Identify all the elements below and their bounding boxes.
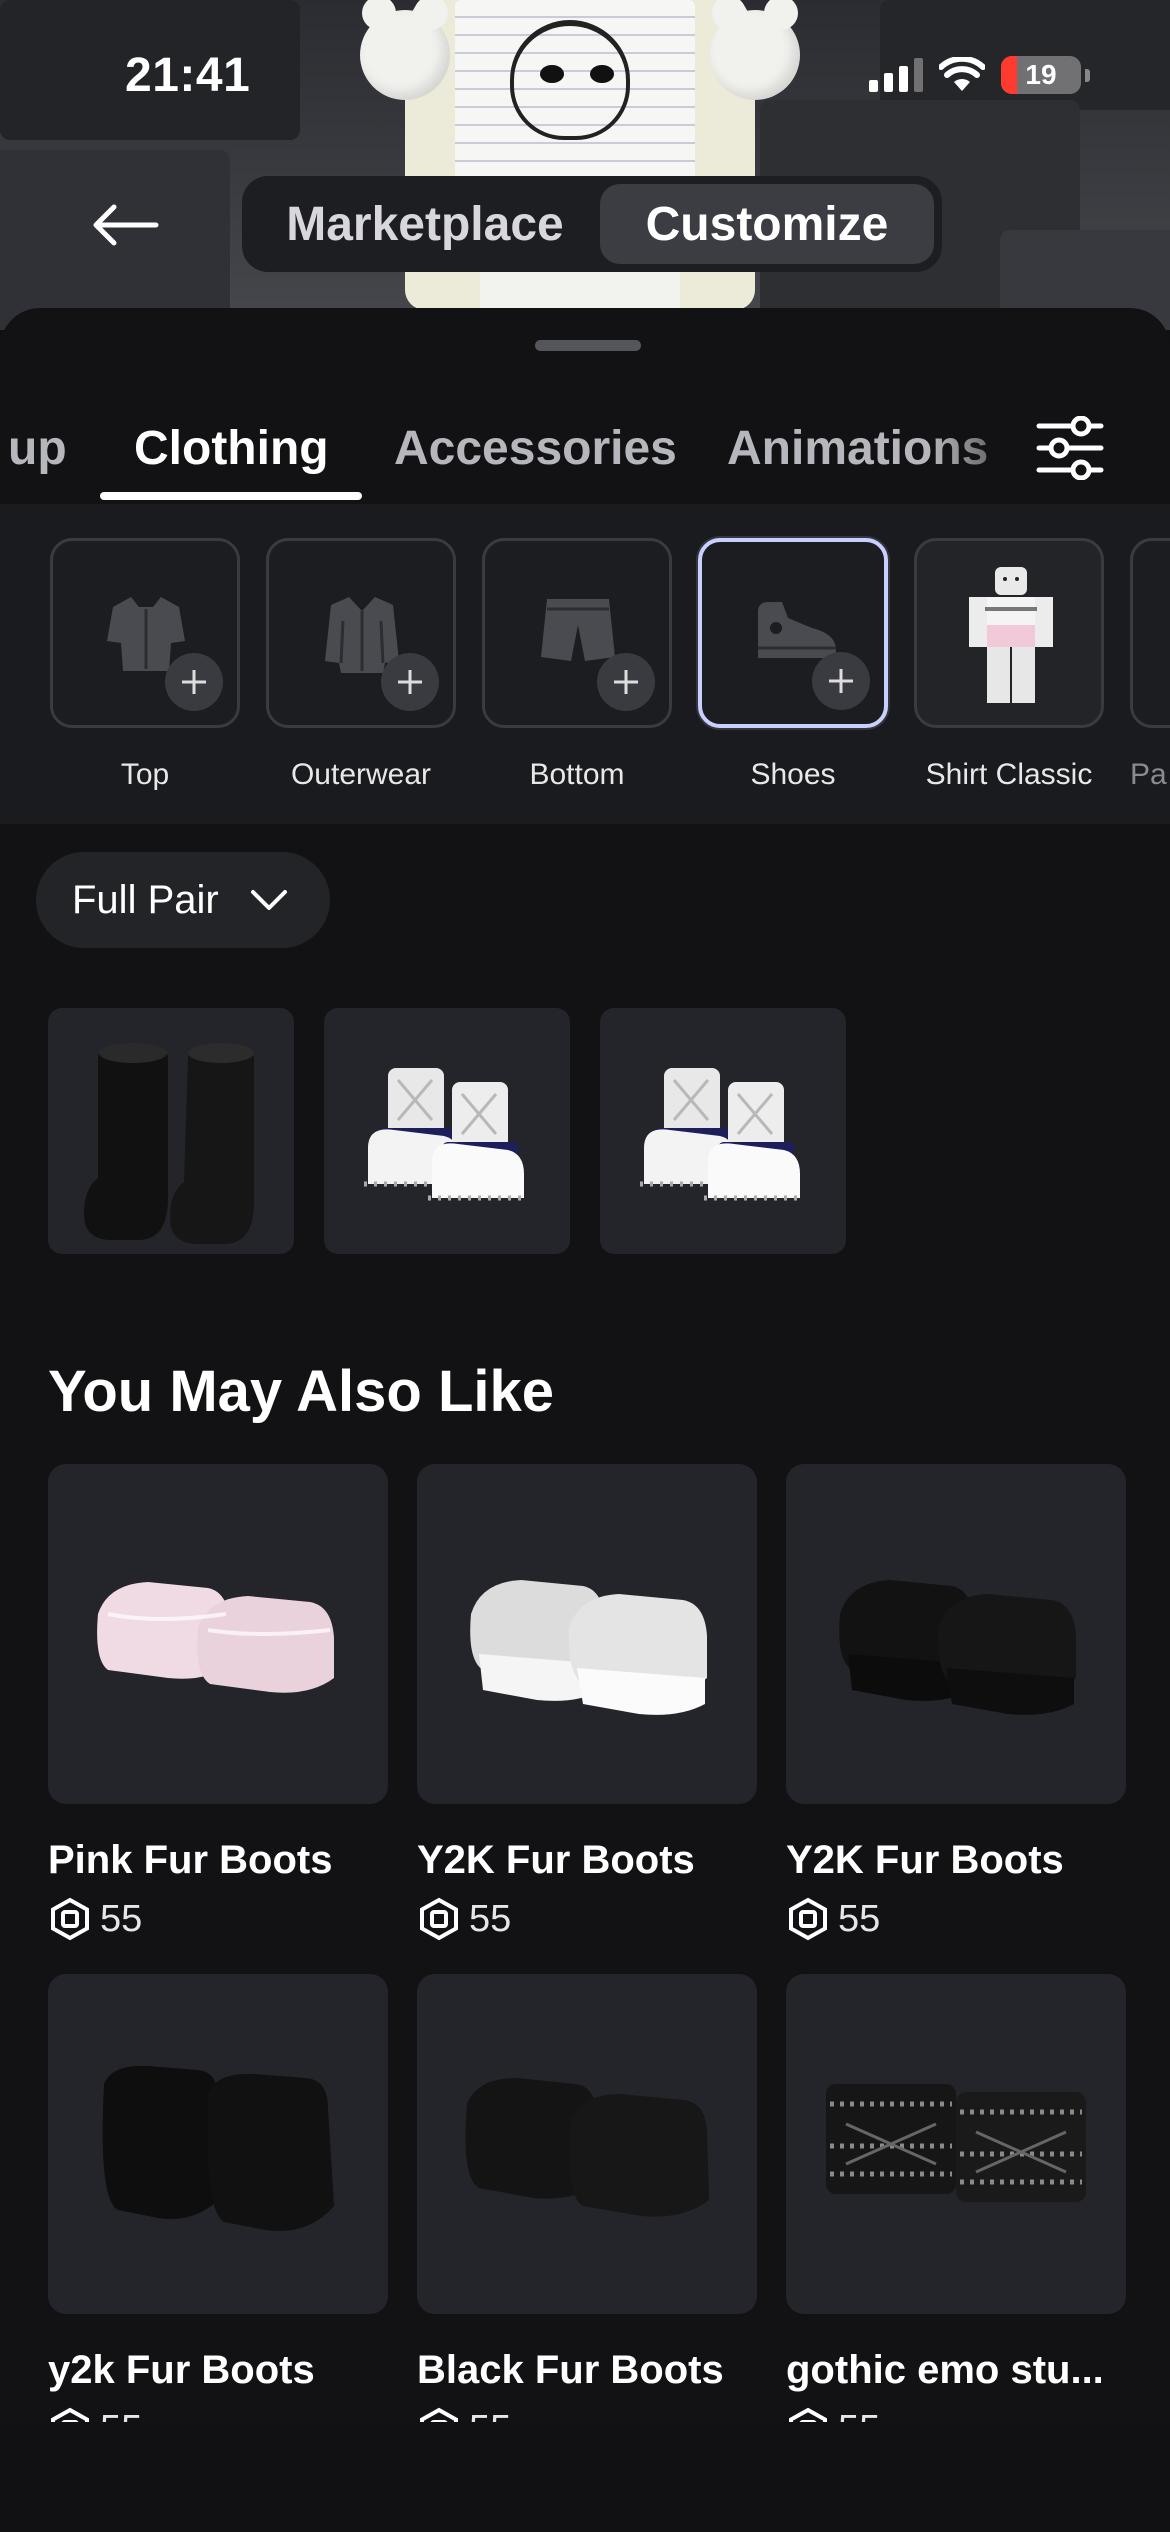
shoe-type-dropdown[interactable]: Full Pair	[36, 852, 330, 948]
rec-item-card[interactable]: Pink Fur Boots 55	[48, 1464, 388, 1941]
robux-icon	[51, 1897, 89, 1941]
item-name: y2k Fur Boots	[48, 2348, 315, 2392]
item-name: Black Fur Boots	[417, 2348, 724, 2392]
rec-item-card[interactable]: Y2K Fur Boots 55	[417, 1464, 757, 1941]
item-price: 55	[48, 1897, 388, 1941]
add-icon	[812, 652, 870, 710]
arrow-left-icon	[93, 204, 159, 246]
cellular-signal-icon	[869, 58, 923, 92]
tab-accessories[interactable]: Accessories	[394, 388, 677, 508]
item-price: 55	[786, 1897, 1126, 1941]
tab-clothing[interactable]: Clothing	[134, 388, 329, 508]
owned-item-white-spiked-boots[interactable]	[324, 1008, 570, 1254]
item-thumbnail	[48, 1464, 388, 1804]
status-time: 21:41	[125, 49, 251, 102]
rec-item-card[interactable]: Y2K Fur Boots 55	[786, 1464, 1126, 1941]
price-value: 55	[100, 1897, 143, 1940]
spiked-boots-image	[640, 1068, 804, 1201]
subcategory-label: Pa	[1130, 758, 1167, 791]
item-name: Y2K Fur Boots	[786, 1838, 1064, 1882]
rec-item-card[interactable]: y2k Fur Boots 55	[48, 1974, 388, 2451]
wifi-icon	[939, 57, 985, 91]
spiked-boots-image	[364, 1068, 528, 1201]
battery-icon: 19	[1001, 56, 1081, 94]
add-icon	[597, 653, 655, 711]
section-title-recommendations: You May Also Like	[48, 1359, 554, 1424]
item-thumbnail	[786, 1974, 1126, 2314]
item-name: gothic emo stu...	[786, 2348, 1104, 2392]
avatar-preview	[360, 0, 800, 330]
subcategory-row: Top Outerwear Bottom Shoes Shirt Classic…	[0, 504, 1170, 824]
item-thumbnail	[786, 1464, 1126, 1804]
dropdown-value: Full Pair	[72, 877, 219, 922]
item-name: Y2K Fur Boots	[417, 1838, 695, 1882]
avatar-thumbnail	[969, 567, 1053, 703]
black-boots-image	[84, 1043, 254, 1244]
sheet-grabber[interactable]	[535, 340, 641, 351]
owned-item-black-boots[interactable]	[48, 1008, 294, 1254]
tab-makeup[interactable]: up	[8, 388, 67, 508]
battery-level: 19	[1025, 59, 1057, 90]
filter-settings-button[interactable]	[1035, 415, 1105, 481]
owned-item-white-spiked-boots-2[interactable]	[600, 1008, 846, 1254]
add-icon	[381, 653, 439, 711]
item-thumbnail	[417, 1464, 757, 1804]
add-icon	[165, 653, 223, 711]
robux-icon	[789, 1897, 827, 1941]
sliders-icon	[1036, 415, 1104, 481]
mode-switch: Marketplace Customize	[242, 176, 942, 272]
chevron-down-icon	[250, 890, 287, 910]
robux-icon	[420, 1897, 458, 1941]
rec-item-card[interactable]: gothic emo stu... 55	[786, 1974, 1126, 2451]
item-thumbnail	[48, 1974, 388, 2314]
tab-customize[interactable]: Customize	[600, 184, 934, 264]
active-tab-indicator	[100, 492, 362, 500]
item-name: Pink Fur Boots	[48, 1838, 333, 1882]
customize-sheet: up Clothing Accessories Animations Top O…	[0, 308, 1170, 2532]
rec-item-card[interactable]: Black Fur Boots 55	[417, 1974, 757, 2451]
item-price: 55	[417, 1897, 757, 1941]
price-value: 55	[469, 1897, 512, 1940]
bottom-safe-area	[0, 2422, 1170, 2532]
category-tabs: up Clothing Accessories Animations	[0, 388, 1170, 508]
tab-marketplace[interactable]: Marketplace	[250, 184, 600, 264]
price-value: 55	[838, 1897, 881, 1940]
status-icons: 19	[869, 56, 1090, 94]
item-thumbnail	[417, 1974, 757, 2314]
back-button[interactable]	[80, 190, 170, 260]
subcategory-label: Shirt Classic	[925, 758, 1093, 791]
